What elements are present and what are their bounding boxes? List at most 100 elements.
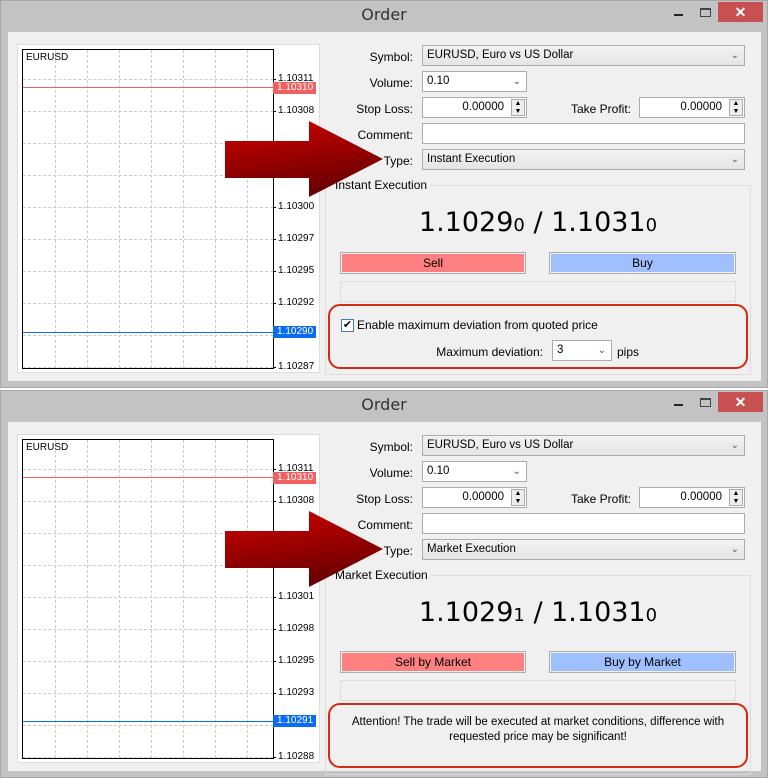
grid-line-vertical (55, 50, 56, 368)
deviation-highlight: ✔ Enable maximum deviation from quoted pr… (328, 304, 748, 369)
price-separator: / (524, 207, 552, 238)
buy-button[interactable]: Buy (549, 252, 736, 274)
minimize-button[interactable] (674, 404, 683, 406)
symbol-select[interactable]: EURUSD, Euro vs US Dollar ⌄ (422, 435, 745, 456)
ask-price-badge: 1.10310 (273, 472, 316, 484)
take-profit-value: 0.00000 (680, 101, 722, 113)
price-chart: EURUSD 1.10311 1.10308 1.10300 1.10297 1.1029… (17, 44, 320, 373)
chevron-down-icon: ⌄ (512, 76, 521, 87)
axis-tick-label: 1.10287 (273, 361, 315, 372)
window-title: Order (361, 5, 407, 24)
quote-display: 1.10291 / 1.10310 (325, 597, 751, 628)
grid-line-horizontal (23, 597, 273, 598)
take-profit-input[interactable]: 0.00000 ▲ ▼ (639, 487, 745, 508)
take-profit-input[interactable]: 0.00000 ▲ ▼ (639, 97, 745, 118)
stop-loss-label: Stop Loss: (356, 102, 413, 116)
buy-button-label: Buy (551, 254, 734, 272)
comment-input[interactable] (422, 513, 745, 534)
minimize-button[interactable] (674, 14, 683, 16)
grid-line-horizontal (23, 271, 273, 272)
symbol-value: EURUSD, Euro vs US Dollar (427, 439, 574, 451)
axis-tick-label: 1.10295 (273, 265, 315, 276)
order-window: Order ✕ EURUSD 1.1031 1 1.10308 1.10301 1.10298… (0, 390, 768, 778)
grid-line-horizontal (23, 335, 273, 336)
type-value: Instant Execution (427, 153, 516, 165)
chart-plot-area: EURUSD (22, 439, 274, 759)
chart-plot-area: EURUSD (22, 49, 274, 369)
type-label: Type: (383, 544, 413, 558)
dialog-body: EURUSD 1.10311 1.10308 1.10300 1.10297 1.1029… (8, 32, 761, 381)
axis-tick-label: 1.10293 (273, 687, 315, 698)
volume-label: Volume: (369, 76, 413, 90)
price-chart: EURUSD 1.10311 1.10308 1.10301 1.10298 1.1029… (17, 434, 320, 763)
close-button[interactable]: ✕ (718, 392, 763, 412)
grid-line-vertical (55, 440, 56, 758)
grid-line-horizontal (23, 501, 273, 502)
stop-loss-input[interactable]: 0.00000 ▲ ▼ (422, 97, 527, 118)
spinner-icon[interactable]: ▲ ▼ (729, 489, 743, 506)
spinner-icon[interactable]: ▲ ▼ (511, 489, 525, 506)
max-deviation-select[interactable]: 3 ⌄ (552, 340, 612, 361)
stop-loss-input[interactable]: 0.00000 ▲ ▼ (422, 487, 527, 508)
chevron-down-icon: ⌄ (730, 544, 739, 555)
type-select[interactable]: Instant Execution ⌄ (422, 149, 745, 170)
axis-tick-label: 1.10295 (273, 655, 315, 666)
ask-price-main: 1.1031 (551, 597, 646, 628)
volume-select[interactable]: 0.10 ⌄ (422, 461, 527, 482)
enable-deviation-checkbox[interactable]: ✔ (341, 319, 354, 332)
grid-line-horizontal (23, 757, 273, 758)
volume-value: 0.10 (427, 75, 450, 87)
bid-price-small: 1 (513, 605, 525, 626)
grid-line-vertical (183, 440, 184, 758)
grid-line-vertical (247, 50, 248, 368)
pips-label: pips (617, 345, 640, 359)
grid-line-vertical (87, 440, 88, 758)
chevron-down-icon: ⌄ (730, 154, 739, 165)
grid-line-horizontal (23, 79, 273, 80)
ask-price-line (23, 477, 273, 478)
grid-line-horizontal (23, 725, 273, 726)
spinner-icon[interactable]: ▲ ▼ (729, 99, 743, 116)
sell-button[interactable]: Sell by Market (340, 651, 526, 673)
bid-price-line (23, 332, 273, 333)
dialog-body: EURUSD 1.1031 1 1.10308 1.10301 1.10298 1.1029… (8, 422, 761, 775)
maximize-button[interactable] (700, 8, 711, 17)
max-deviation-value: 3 (557, 344, 564, 356)
type-select[interactable]: Market Execution ⌄ (422, 539, 745, 560)
sell-button[interactable]: Sell (340, 252, 526, 274)
close-button[interactable]: ✕ (718, 2, 763, 22)
chevron-down-icon: ⌄ (512, 466, 521, 477)
symbol-label: Symbol: (369, 50, 413, 64)
buy-button-label: Buy by Market (551, 653, 734, 671)
chevron-down-icon: ⌄ (597, 345, 606, 356)
enable-deviation-label: Enable maximum deviation from quoted pri… (357, 318, 598, 332)
grid-line-horizontal (23, 207, 273, 208)
grid-line-horizontal (23, 111, 273, 112)
bid-price-main: 1.1029 (418, 597, 514, 628)
buy-button[interactable]: Buy by Market (549, 651, 736, 673)
chart-symbol-label: EURUSD (26, 52, 69, 63)
attention-highlight: Attention! The trade will be executed at… (328, 703, 748, 768)
volume-value: 0.10 (427, 465, 450, 477)
volume-select[interactable]: 0.10 ⌄ (422, 71, 527, 92)
grid-line-vertical (151, 440, 152, 758)
pointer-arrow-icon (225, 121, 383, 197)
grid-line-vertical (215, 50, 216, 368)
bid-price-badge: 1.10290 (273, 326, 316, 338)
stop-loss-value: 0.00000 (462, 491, 504, 503)
ask-price-small: 0 (645, 215, 658, 236)
type-value: Market Execution (427, 543, 516, 555)
bid-price-main: 1.1029 (418, 207, 514, 238)
maximize-button[interactable] (700, 398, 711, 407)
grid-line-horizontal (23, 367, 273, 368)
grid-line-vertical (87, 50, 88, 368)
axis-tick-label: 1.10288 (273, 751, 315, 762)
spinner-icon[interactable]: ▲ ▼ (511, 99, 525, 116)
quote-display: 1.10290 / 1.10310 (325, 207, 751, 238)
bid-price-line (23, 721, 273, 722)
comment-input[interactable] (422, 123, 745, 144)
axis-tick-label: 1.10300 (273, 201, 315, 212)
chevron-down-icon: ⌄ (730, 440, 739, 451)
symbol-select[interactable]: EURUSD, Euro vs US Dollar ⌄ (422, 45, 745, 66)
grid-line-vertical (119, 50, 120, 368)
